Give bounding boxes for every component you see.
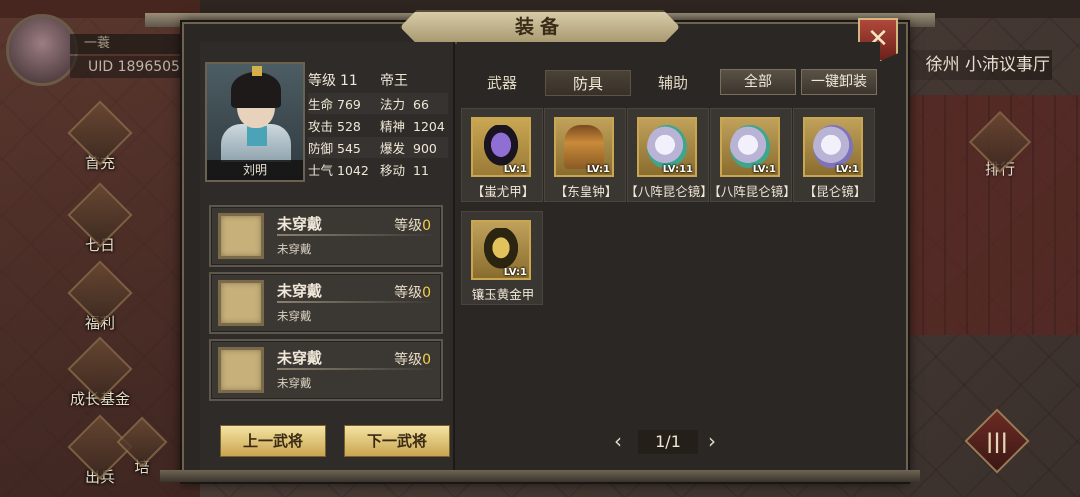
bell-icon: LV:1 (554, 117, 614, 177)
mirror-orb-icon: LV:1 (720, 117, 780, 177)
empty-slot-icon (218, 280, 264, 326)
player-avatar[interactable] (6, 14, 78, 86)
prev-hero-button[interactable]: 上一武将 (220, 425, 326, 457)
item-card[interactable]: LV:11 【八阵昆仑镜】 (625, 108, 713, 202)
ranking-button[interactable]: 排行 (960, 110, 1040, 179)
empty-slot-icon (218, 213, 264, 259)
item-card[interactable]: LV:1 镶玉黄金甲 (461, 211, 543, 305)
item-card[interactable]: LV:1 【昆仑镜】 (793, 108, 875, 202)
equip-slot-1[interactable]: 未穿戴 等级0 未穿戴 (209, 205, 443, 267)
hero-portrait: 刘明 (205, 62, 305, 182)
item-card[interactable]: LV:1 【蚩尤甲】 (461, 108, 543, 202)
stat-row-morale: 士气 1042 移动 11 (308, 163, 429, 178)
page-indicator: 1/1 (638, 430, 698, 454)
side-item-growth-fund[interactable]: 成长基金 (50, 336, 150, 416)
tab-auxiliary[interactable]: 辅助 (643, 70, 703, 96)
empty-slot-icon (218, 347, 264, 393)
stat-row-hp: 生命 769 法力 66 (308, 97, 429, 112)
tab-armor[interactable]: 防具 (545, 70, 631, 96)
equip-slot-3[interactable]: 未穿戴 等级0 未穿戴 (209, 339, 443, 401)
mirror-orb-icon: LV:11 (637, 117, 697, 177)
next-page-button[interactable]: › (708, 428, 716, 454)
unequip-all-button[interactable]: 一键卸装 (801, 69, 877, 95)
armor-black-purple-icon: LV:1 (471, 117, 531, 177)
hero-name: 刘明 (207, 160, 303, 180)
tab-weapon[interactable]: 武器 (472, 70, 532, 96)
stat-row-level: 等级 11 帝王 (308, 73, 408, 89)
item-card[interactable]: LV:1 【东皇钟】 (544, 108, 626, 202)
armor-gold-icon: LV:1 (471, 220, 531, 280)
player-name: 一蓑 (70, 34, 190, 54)
panel-title: 装备 (400, 10, 680, 44)
item-card[interactable]: LV:1 【八阵昆仑镜】 (708, 108, 796, 202)
more-menu-button[interactable]: ||| (964, 408, 1030, 474)
mirror-orb-icon: LV:1 (803, 117, 863, 177)
side-item-welfare[interactable]: 福利 (50, 260, 150, 340)
side-item-first-recharge[interactable]: 首充 (50, 100, 150, 180)
panel-frame-bottom (160, 470, 920, 482)
equip-slot-2[interactable]: 未穿戴 等级0 未穿戴 (209, 272, 443, 334)
side-item-train[interactable]: 培 (112, 416, 172, 494)
stat-row-attack: 攻击 528 精神 1204 (308, 119, 445, 134)
filter-all-button[interactable]: 全部 (720, 69, 796, 95)
pagination: ‹ 1/1 › (610, 428, 720, 456)
side-item-seven-days[interactable]: 七日 (50, 182, 150, 262)
stat-row-defense: 防御 545 爆发 900 (308, 141, 437, 156)
prev-page-button[interactable]: ‹ (614, 428, 622, 454)
player-uid: UID 18965051 (70, 56, 200, 78)
next-hero-button[interactable]: 下一武将 (344, 425, 450, 457)
